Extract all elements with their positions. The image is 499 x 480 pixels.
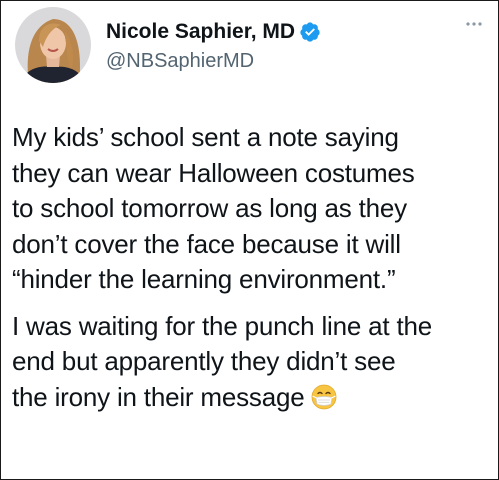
author-handle[interactable]: @NBSaphierMD xyxy=(106,48,321,74)
tweet-text-paragraph-1: My kids’ school sent a note saying they … xyxy=(12,122,415,294)
tweet-text-paragraph-2-text: I was waiting for the punch line at the … xyxy=(12,310,433,412)
verified-badge-icon xyxy=(300,22,320,42)
tweet-text-paragraph-2: I was waiting for the punch line at the … xyxy=(12,309,498,416)
author-block: Nicole Saphier, MD @NBSaphierMD xyxy=(106,19,321,74)
tweet-header: Nicole Saphier, MD @NBSaphierMD xyxy=(15,7,485,87)
tweet-text: My kids’ school sent a note saying they … xyxy=(12,120,498,416)
avatar[interactable] xyxy=(15,7,91,83)
avatar-image xyxy=(15,7,91,83)
author-display-name[interactable]: Nicole Saphier, MD xyxy=(106,19,295,45)
more-options-icon[interactable] xyxy=(463,19,485,29)
tweet-card: Nicole Saphier, MD @NBSaphierMD My kids’… xyxy=(0,0,499,480)
face-with-medical-mask-emoji xyxy=(311,384,336,409)
author-name-row[interactable]: Nicole Saphier, MD xyxy=(106,19,321,45)
